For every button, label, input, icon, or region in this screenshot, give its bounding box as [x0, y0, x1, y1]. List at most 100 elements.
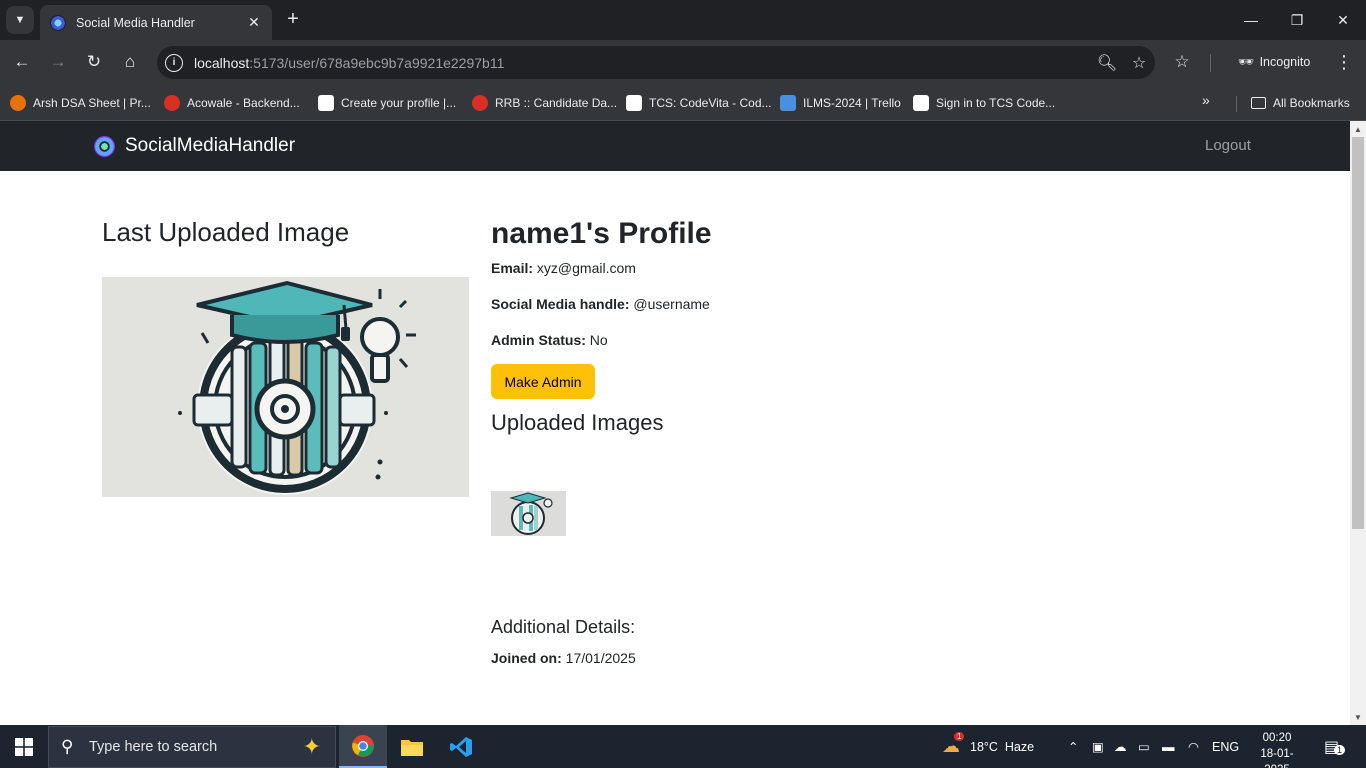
- bookmarks-bar: Arsh DSA Sheet | Pr... Acowale - Backend…: [0, 85, 1366, 121]
- bookmark-favicon-icon: [626, 95, 642, 111]
- display-icon[interactable]: ▭: [1138, 725, 1150, 768]
- search-highlight-icon: ✦: [302, 734, 321, 759]
- joined-row: Joined on: 17/01/2025: [491, 650, 636, 666]
- email-value: xyz@gmail.com: [536, 260, 636, 276]
- handle-label: Social Media handle:: [491, 296, 630, 312]
- admin-status-row: Admin Status: No: [491, 332, 608, 348]
- forward-button[interactable]: →: [44, 48, 72, 76]
- admin-status-label: Admin Status:: [491, 332, 586, 348]
- minimize-button[interactable]: —: [1228, 0, 1274, 40]
- last-uploaded-image: [102, 277, 469, 497]
- last-uploaded-heading: Last Uploaded Image: [102, 217, 350, 247]
- toolbar-divider: [1210, 54, 1211, 72]
- extensions-icon[interactable]: ☆: [1168, 48, 1196, 76]
- language-indicator[interactable]: ENG: [1212, 725, 1239, 768]
- thumbnail-illustration-icon: [491, 491, 566, 536]
- home-button[interactable]: ⌂: [116, 48, 144, 76]
- browser-toolbar: ← → ↻ ⌂ i localhost:5173/user/678a9ebc9b…: [0, 40, 1366, 85]
- scroll-up-icon[interactable]: ▲: [1350, 121, 1366, 137]
- profile-section: name1's Profile Email: xyz@gmail.com Soc…: [491, 217, 1251, 666]
- windows-logo-icon: [15, 737, 33, 756]
- taskbar-vscode-app[interactable]: [437, 725, 485, 768]
- taskbar-clock[interactable]: 00:20 18-01-2025: [1249, 730, 1305, 768]
- handle-value: @username: [633, 296, 710, 312]
- make-admin-button[interactable]: Make Admin: [491, 364, 595, 399]
- bookmark-favicon-icon: [913, 95, 929, 111]
- reload-button[interactable]: ↻: [80, 48, 108, 76]
- notifications-icon[interactable]: ▤ 1: [1324, 725, 1346, 768]
- bookmarks-divider: [1236, 96, 1237, 112]
- start-button[interactable]: [0, 725, 48, 768]
- weather-widget[interactable]: ☁ 1 18°C Haze: [942, 725, 1034, 768]
- new-tab-button[interactable]: +: [282, 8, 304, 30]
- incognito-icon: 🕶︎: [1237, 54, 1254, 69]
- bookmark-star-icon[interactable]: ☆: [1123, 53, 1155, 73]
- joined-label: Joined on:: [491, 650, 562, 666]
- onedrive-icon[interactable]: ☁: [1114, 725, 1127, 768]
- handle-row: Social Media handle: @username: [491, 296, 710, 312]
- additional-details-heading: Additional Details:: [491, 617, 636, 637]
- tab-favicon-icon: [50, 14, 66, 31]
- bookmark-item[interactable]: Sign in to TCS Code...: [913, 92, 1055, 114]
- tab-title: Social Media Handler: [76, 15, 195, 30]
- bookmark-item[interactable]: TCS: CodeVita - Cod...: [626, 92, 772, 114]
- bookmark-item[interactable]: RRB :: Candidate Da...: [472, 92, 617, 114]
- bookmark-item[interactable]: Create your profile |...: [318, 92, 456, 114]
- wifi-icon[interactable]: ◠: [1188, 725, 1199, 768]
- bookmark-item[interactable]: Acowale - Backend...: [164, 92, 300, 114]
- tab-search-button[interactable]: ▼: [6, 6, 34, 34]
- weather-icon: ☁ 1: [942, 732, 965, 757]
- scroll-thumb[interactable]: [1352, 137, 1364, 529]
- page-viewport: SocialMediaHandler Logout Last Uploaded …: [0, 121, 1350, 725]
- logout-link[interactable]: Logout: [1205, 137, 1251, 154]
- bookmark-favicon-icon: [164, 95, 180, 111]
- taskbar-file-explorer-app[interactable]: [388, 725, 436, 768]
- bookmark-favicon-icon: [318, 95, 334, 111]
- email-row: Email: xyz@gmail.com: [491, 260, 636, 276]
- incognito-indicator[interactable]: 🕶︎ Incognito: [1226, 47, 1322, 77]
- address-bar[interactable]: i localhost:5173/user/678a9ebc9b7a9921e2…: [157, 46, 1155, 79]
- all-bookmarks-folder[interactable]: All Bookmarks: [1251, 92, 1350, 114]
- education-illustration-icon: [102, 277, 469, 497]
- folder-icon: [401, 739, 423, 756]
- vscode-icon: [450, 736, 472, 757]
- close-window-button[interactable]: ✕: [1320, 0, 1366, 40]
- back-button[interactable]: ←: [8, 48, 36, 76]
- zoom-icon[interactable]: 🔍︎: [1091, 53, 1123, 73]
- url-text[interactable]: localhost:5173/user/678a9ebc9b7a9921e229…: [194, 55, 1091, 71]
- last-upload-section: Last Uploaded Image: [102, 217, 469, 497]
- app-navbar: SocialMediaHandler Logout: [0, 121, 1350, 171]
- chrome-icon: [352, 734, 374, 757]
- more-bookmarks-icon[interactable]: »: [1202, 92, 1210, 108]
- taskbar-search-box[interactable]: ⚲ Type here to search ✦: [48, 726, 336, 768]
- restore-button[interactable]: ❐: [1274, 0, 1320, 40]
- email-label: Email:: [491, 260, 534, 276]
- joined-value: 17/01/2025: [565, 650, 636, 666]
- taskbar-search-placeholder: Type here to search: [89, 739, 218, 755]
- bookmark-favicon-icon: [10, 95, 26, 111]
- show-hidden-icons-icon[interactable]: ⌃: [1068, 725, 1078, 768]
- windows-taskbar: ⚲ Type here to search ✦ ☁ 1 18°C Haze ⌃ ▣…: [0, 725, 1366, 768]
- brand-logo-icon: [94, 135, 115, 157]
- uploaded-image-thumbnail[interactable]: [491, 491, 566, 536]
- clock-date: 18-01-2025: [1260, 748, 1294, 768]
- folder-icon: [1251, 97, 1266, 109]
- bookmark-item[interactable]: ILMS-2024 | Trello: [780, 92, 901, 114]
- taskbar-chrome-app[interactable]: [339, 725, 387, 768]
- browser-tab-strip: ▼ Social Media Handler ✕ + — ❐ ✕: [0, 0, 1366, 40]
- admin-status-value: No: [589, 332, 608, 348]
- scroll-down-icon[interactable]: ▼: [1350, 709, 1366, 725]
- browser-tab[interactable]: Social Media Handler ✕: [40, 5, 272, 40]
- bookmark-favicon-icon: [472, 95, 488, 111]
- profile-title: name1's Profile: [491, 217, 712, 250]
- tab-close-icon[interactable]: ✕: [246, 14, 262, 31]
- app-brand[interactable]: SocialMediaHandler: [94, 135, 295, 157]
- site-info-icon[interactable]: i: [165, 53, 183, 72]
- bookmark-favicon-icon: [780, 95, 796, 111]
- browser-menu-icon[interactable]: ⋮: [1330, 48, 1358, 76]
- uploaded-images-heading: Uploaded Images: [491, 410, 664, 435]
- page-scrollbar[interactable]: ▲ ▼: [1350, 121, 1366, 725]
- bookmark-item[interactable]: Arsh DSA Sheet | Pr...: [10, 92, 151, 114]
- battery-icon[interactable]: ▬: [1162, 725, 1175, 768]
- meet-now-icon[interactable]: ▣: [1092, 725, 1104, 768]
